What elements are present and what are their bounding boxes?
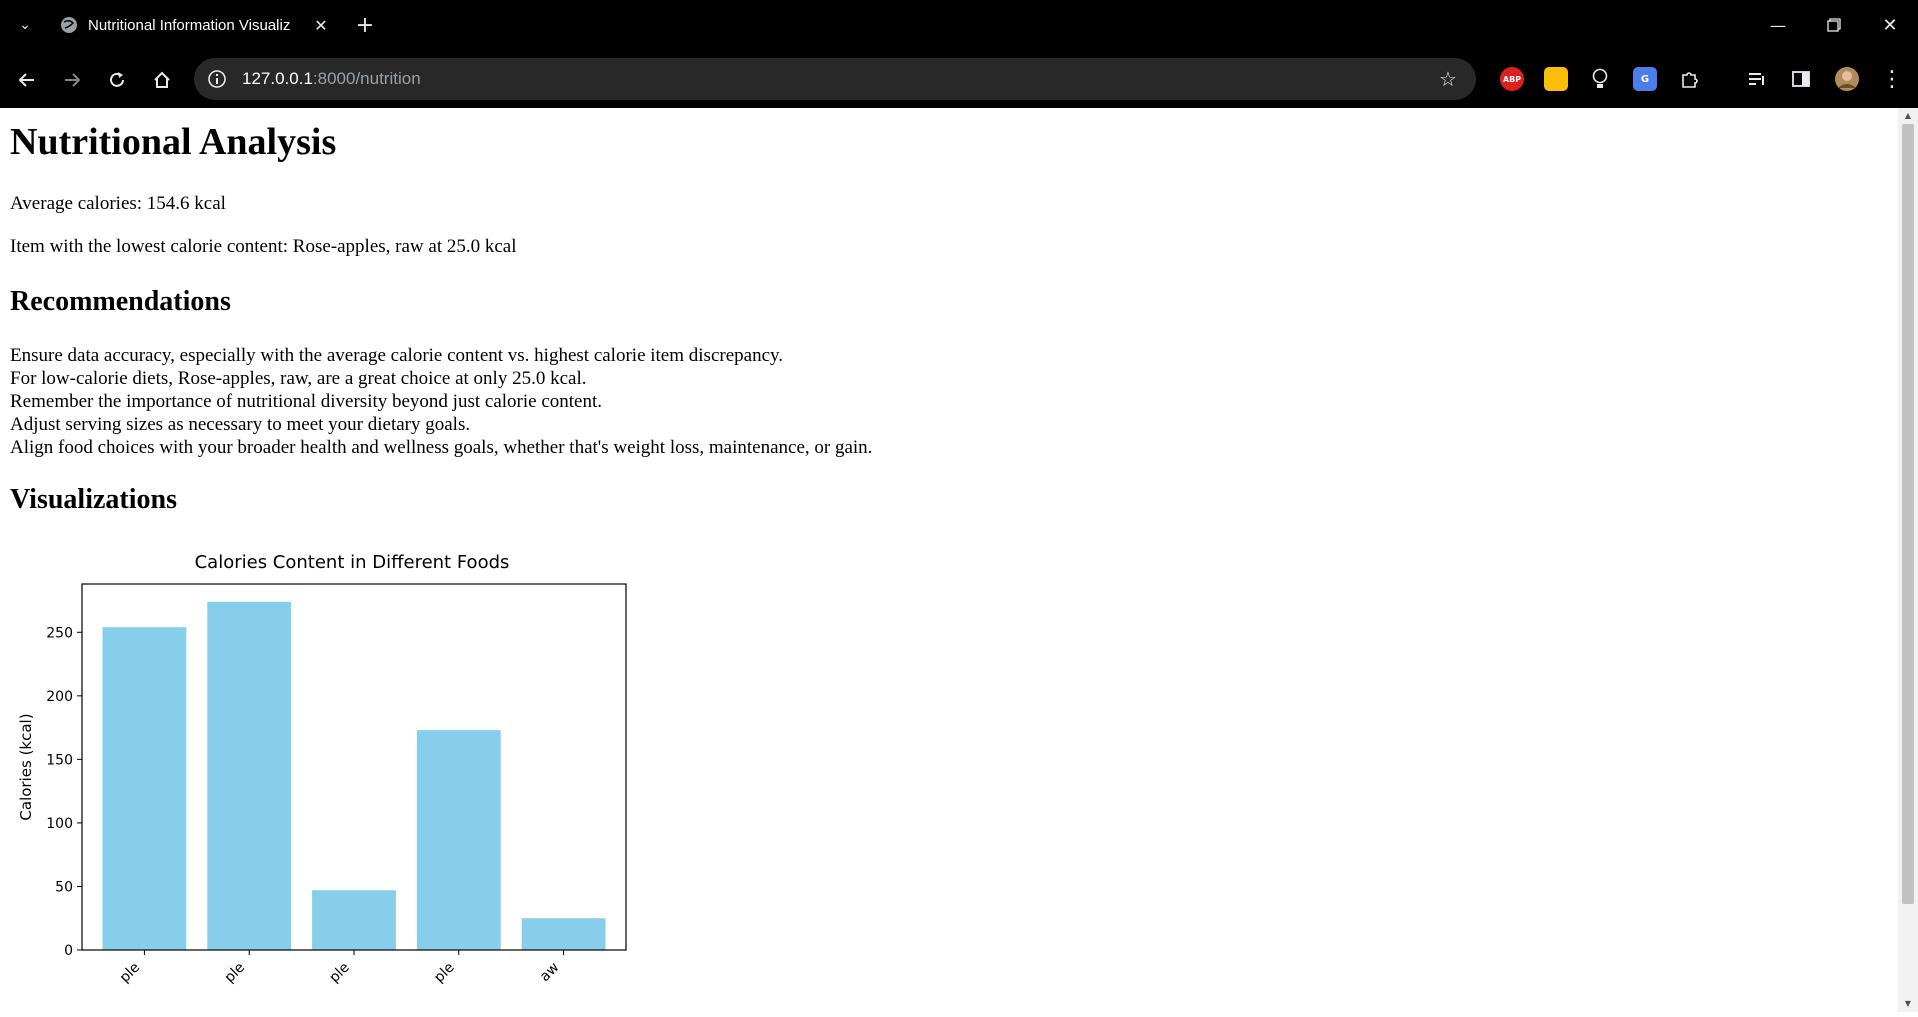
chart-x-axis: ple ple ple ple aw: [117, 950, 565, 986]
x-tick-label: ple: [117, 960, 143, 986]
recommendation-item: Remember the importance of nutritional d…: [10, 391, 602, 412]
url-text[interactable]: 127.0.0.1:8000/nutrition: [242, 69, 421, 89]
chart-bars: [102, 601, 606, 950]
average-calories-text: Average calories: 154.6 kcal: [10, 193, 226, 214]
close-window-icon[interactable]: ✕: [1876, 12, 1904, 38]
y-tick-label: 0: [64, 943, 73, 959]
recommendations-heading: Recommendations: [10, 286, 231, 317]
chart-bar: [312, 890, 396, 950]
translate-icon[interactable]: G: [1633, 67, 1657, 91]
scroll-up-icon[interactable]: ▲: [1900, 108, 1916, 122]
x-tick-label: ple: [326, 960, 352, 986]
recommendation-item: Adjust serving sizes as necessary to mee…: [10, 414, 471, 435]
recommendations-list: Ensure data accuracy, especially with th…: [10, 344, 872, 459]
notes-icon[interactable]: [1544, 67, 1568, 91]
y-tick-label: 100: [46, 816, 73, 832]
reload-icon[interactable]: [102, 65, 132, 95]
lightbulb-icon[interactable]: [1588, 67, 1612, 91]
chart-ylabel: Calories (kcal): [17, 713, 35, 820]
chart-bar: [102, 627, 187, 950]
chart-y-axis: 0 50 100 150 200 250: [46, 625, 82, 959]
reading-list-icon[interactable]: [1745, 67, 1769, 91]
x-tick-label: aw: [537, 960, 562, 985]
chart-bar: [521, 918, 606, 950]
chart-bar: [416, 730, 501, 950]
url-host: 127.0.0.1: [242, 69, 313, 88]
close-tab-icon[interactable]: ✕: [310, 14, 332, 36]
scrollbar-thumb[interactable]: [1902, 124, 1914, 904]
calories-chart: Calories Content in Different Foods Calo…: [0, 538, 640, 1017]
page-scrollbar[interactable]: ▲ ▼: [1898, 108, 1918, 1012]
side-panel-icon[interactable]: [1789, 67, 1813, 91]
adblock-plus-icon[interactable]: ABP: [1500, 67, 1524, 91]
lowest-calorie-text: Item with the lowest calorie content: Ro…: [10, 236, 517, 257]
home-icon[interactable]: [147, 65, 177, 95]
y-tick-label: 250: [46, 625, 73, 641]
recommendation-item: For low-calorie diets, Rose-apples, raw,…: [10, 368, 587, 389]
recommendation-item: Align food choices with your broader hea…: [10, 437, 873, 458]
browser-tab[interactable]: Nutritional Information Visualiz ✕: [48, 8, 338, 42]
restore-icon[interactable]: [1820, 12, 1848, 38]
url-path: :8000/nutrition: [312, 69, 421, 88]
address-bar[interactable]: 127.0.0.1:8000/nutrition ☆: [194, 58, 1476, 100]
bookmark-star-icon[interactable]: ☆: [1436, 67, 1460, 91]
avatar[interactable]: [1834, 66, 1860, 92]
y-tick-label: 150: [46, 752, 73, 768]
x-tick-label: ple: [431, 960, 457, 986]
back-icon[interactable]: [12, 65, 42, 95]
minimize-icon[interactable]: —: [1764, 12, 1792, 38]
visualizations-heading: Visualizations: [10, 484, 177, 515]
tab-title: Nutritional Information Visualiz: [88, 16, 291, 34]
calories-chart-svg: Calories Content in Different Foods Calo…: [17, 552, 627, 986]
tab-strip: ⌄ Nutritional Information Visualiz ✕ + —…: [0, 0, 1918, 50]
forward-icon[interactable]: [57, 65, 87, 95]
new-tab-icon[interactable]: +: [352, 12, 378, 38]
scroll-down-icon[interactable]: ▼: [1900, 996, 1916, 1010]
menu-kebab-icon[interactable]: ⋮: [1880, 67, 1904, 92]
x-tick-label: ple: [222, 960, 248, 986]
chart-title: Calories Content in Different Foods: [195, 552, 510, 573]
site-info-icon[interactable]: [206, 68, 228, 90]
recommendation-item: Ensure data accuracy, especially with th…: [10, 345, 784, 366]
chart-bar: [207, 601, 292, 950]
y-tick-label: 200: [46, 689, 73, 705]
globe-icon: [60, 16, 78, 34]
page-title: Nutritional Analysis: [10, 121, 337, 163]
puzzle-icon[interactable]: [1678, 67, 1702, 91]
page-content: Nutritional Analysis Average calories: 1…: [0, 108, 1898, 1012]
tab-search-chevron-icon[interactable]: ⌄: [12, 12, 38, 38]
y-tick-label: 50: [55, 879, 73, 895]
